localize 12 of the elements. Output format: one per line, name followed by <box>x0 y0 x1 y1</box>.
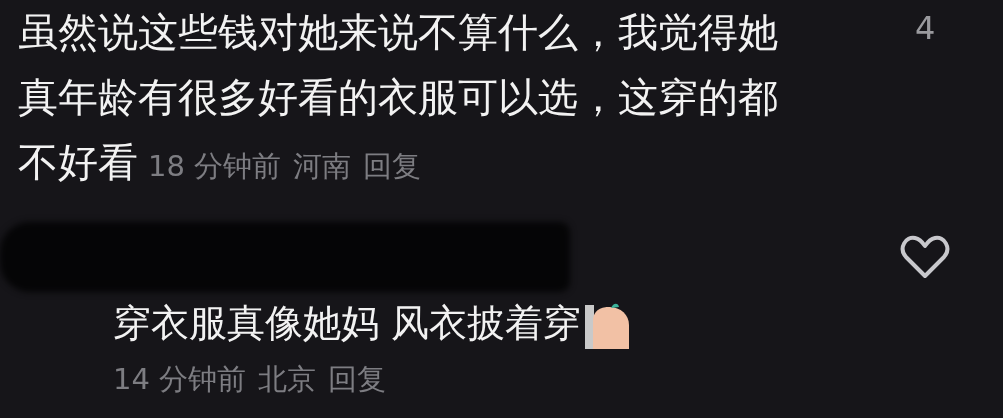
like-count: 4 <box>915 8 936 49</box>
comment-location: 河南 <box>293 149 352 183</box>
comment-text: 穿衣服真像她妈 风衣披着穿 <box>113 300 582 347</box>
heart-icon[interactable] <box>900 234 950 280</box>
comment-time: 18 分钟前 <box>148 149 282 183</box>
reply-link[interactable]: 回复 <box>363 149 422 183</box>
comment-text: 虽然说这些钱对她来说不算什么，我觉得她 <box>18 9 778 55</box>
comment-location: 北京 <box>258 362 317 396</box>
comment-text: 真年龄有很多好看的衣服可以选，这穿的都 <box>18 74 778 120</box>
comment-text: 不好看 <box>18 139 138 185</box>
comment-time: 14 分钟前 <box>113 362 247 396</box>
reply-link[interactable]: 回复 <box>328 362 387 396</box>
